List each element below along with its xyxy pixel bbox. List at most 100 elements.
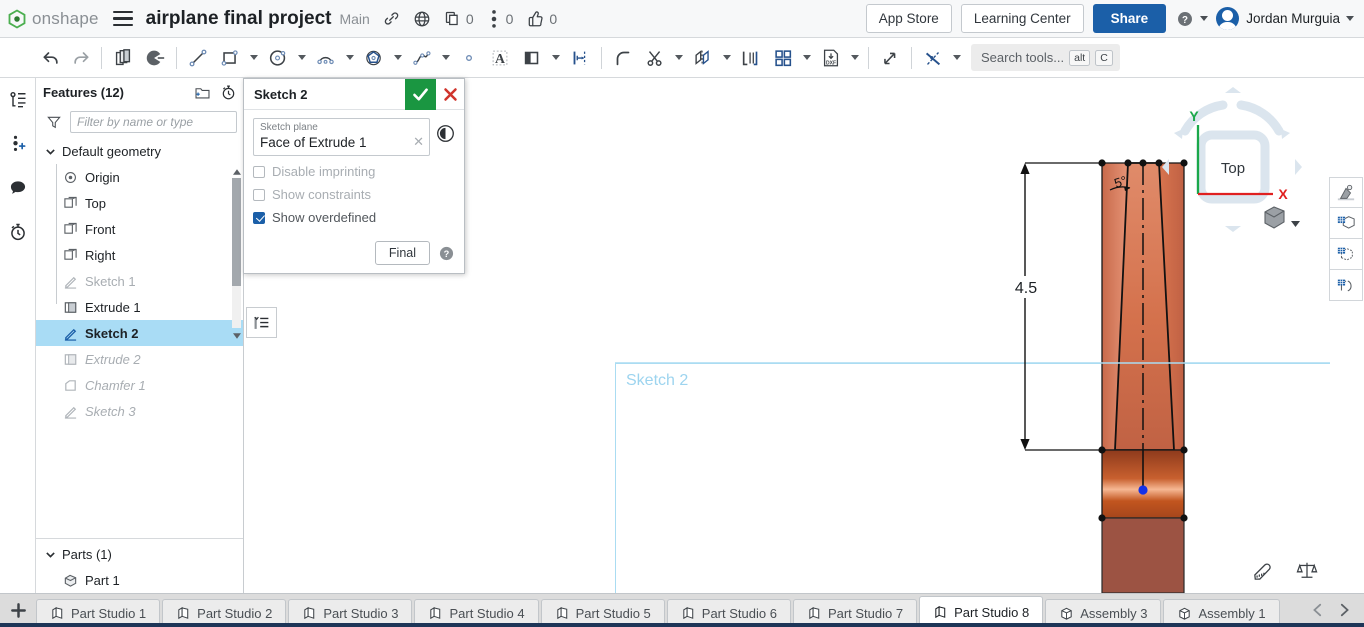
chevron-down-icon[interactable] <box>44 145 57 158</box>
spline-options-chevron-icon[interactable] <box>442 55 450 60</box>
sidebar-item-front-plane[interactable]: Front <box>36 216 243 242</box>
trim-tool-button[interactable] <box>639 43 671 73</box>
undo-button[interactable] <box>36 43 66 73</box>
dxf-import-button[interactable]: DXF <box>815 43 847 73</box>
sidebar-item-extrude-2[interactable]: Extrude 2 <box>36 346 243 372</box>
mirror-tool-button[interactable] <box>687 43 719 73</box>
thumbs-up-icon[interactable]: 0 <box>526 10 557 28</box>
branch-icon[interactable]: 0 <box>487 10 514 28</box>
show-overdefined-checkbox-row[interactable]: Show overdefined <box>253 210 455 225</box>
history-button[interactable] <box>0 210 36 254</box>
disable-imprinting-checkbox-row[interactable]: Disable imprinting <box>253 164 455 179</box>
accept-button[interactable] <box>405 79 436 110</box>
line-tool-button[interactable] <box>182 43 214 73</box>
spline-tool-button[interactable] <box>406 43 438 73</box>
link-icon[interactable] <box>383 10 400 27</box>
grid-pattern-options-chevron-icon[interactable] <box>803 55 811 60</box>
offset-tool-button[interactable] <box>516 43 548 73</box>
polygon-options-chevron-icon[interactable] <box>394 55 402 60</box>
mass-properties-button[interactable] <box>1296 560 1318 585</box>
hamburger-icon[interactable] <box>113 11 133 27</box>
help-icon[interactable]: ? <box>438 245 455 262</box>
search-tools-input[interactable]: Search tools... alt C <box>971 44 1120 71</box>
help-menu[interactable]: ? <box>1176 10 1208 28</box>
add-branch-button[interactable] <box>0 122 36 166</box>
sidebar-item-sketch-2[interactable]: Sketch 2 <box>36 320 243 346</box>
user-name[interactable]: Jordan Murguia <box>1246 11 1340 26</box>
history-icon[interactable] <box>436 124 455 143</box>
display-state-button[interactable] <box>1329 239 1363 270</box>
share-button[interactable]: Share <box>1093 4 1167 33</box>
avatar[interactable] <box>1216 7 1239 30</box>
transform-tool-button[interactable] <box>874 43 906 73</box>
scroll-down-arrow-icon[interactable] <box>232 330 241 341</box>
dimension-tool-button[interactable] <box>564 43 596 73</box>
features-filter-input[interactable]: Filter by name or type <box>70 111 237 133</box>
sidebar-item-origin[interactable]: Origin <box>36 164 243 190</box>
circle-tool-button[interactable] <box>262 43 294 73</box>
fillet-tool-button[interactable] <box>607 43 639 73</box>
rectangle-options-chevron-icon[interactable] <box>250 55 258 60</box>
polygon-tool-button[interactable] <box>358 43 390 73</box>
sidebar-item-right-plane[interactable]: Right <box>36 242 243 268</box>
help-icon[interactable]: ? <box>1176 10 1194 28</box>
view-cube[interactable]: Top Y X <box>1155 83 1310 248</box>
onshape-wordmark[interactable]: onshape <box>32 9 99 29</box>
sidebar-item-sketch-1[interactable]: Sketch 1 <box>36 268 243 294</box>
offset-options-chevron-icon[interactable] <box>552 55 560 60</box>
view-style-button[interactable] <box>1265 207 1300 228</box>
history-icon[interactable] <box>220 84 237 101</box>
new-folder-icon[interactable] <box>194 85 211 100</box>
scroll-up-arrow-icon[interactable] <box>232 166 241 177</box>
linear-pattern-button[interactable] <box>735 43 767 73</box>
workspace-name[interactable]: Main <box>339 11 369 27</box>
cancel-button[interactable] <box>436 79 464 110</box>
list-item-part-1[interactable]: Part 1 <box>36 567 243 593</box>
appearance-button[interactable] <box>1329 208 1363 239</box>
arc-tool-button[interactable] <box>310 43 342 73</box>
circle-options-chevron-icon[interactable] <box>298 55 306 60</box>
user-menu-chevron-icon[interactable] <box>1346 16 1354 21</box>
text-tool-button[interactable]: A <box>484 43 516 73</box>
show-constraints-checkbox-row[interactable]: Show constraints <box>253 187 455 202</box>
show-overdefined-checkbox[interactable] <box>253 212 265 224</box>
document-title[interactable]: airplane final project <box>146 8 332 30</box>
grid-pattern-button[interactable] <box>767 43 799 73</box>
construction-options-chevron-icon[interactable] <box>953 55 961 60</box>
app-store-button[interactable]: App Store <box>866 4 952 33</box>
clear-icon[interactable]: ✕ <box>413 134 424 150</box>
tree-group-default-geometry[interactable]: Default geometry <box>36 138 243 164</box>
measure-button[interactable] <box>1252 560 1274 585</box>
feature-list-button[interactable] <box>0 78 36 122</box>
tree-group-parts[interactable]: Parts (1) <box>36 541 243 567</box>
feature-tree-scrollbar[interactable] <box>232 178 241 328</box>
filter-icon[interactable] <box>46 114 62 130</box>
sidebar-item-extrude-1[interactable]: Extrude 1 <box>36 294 243 320</box>
render-button[interactable] <box>1329 177 1363 208</box>
arc-options-chevron-icon[interactable] <box>346 55 354 60</box>
disable-imprinting-checkbox[interactable] <box>253 166 265 178</box>
section-display-button[interactable] <box>1329 270 1363 301</box>
tab-next-button[interactable] <box>1336 602 1352 623</box>
add-tab-button[interactable] <box>0 593 36 627</box>
copy-icon[interactable]: 0 <box>444 10 474 27</box>
tab-prev-button[interactable] <box>1310 602 1326 623</box>
sketch-plane-field[interactable]: Sketch plane Face of Extrude 1 ✕ <box>253 118 430 156</box>
dxf-options-chevron-icon[interactable] <box>851 55 859 60</box>
shaded-views-button[interactable] <box>107 43 139 73</box>
rectangle-tool-button[interactable] <box>214 43 246 73</box>
sidebar-item-chamfer-1[interactable]: Chamfer 1 <box>36 372 243 398</box>
sidebar-item-top-plane[interactable]: Top <box>36 190 243 216</box>
onshape-logo-icon[interactable] <box>7 9 27 29</box>
construction-geometry-button[interactable] <box>917 43 949 73</box>
trim-options-chevron-icon[interactable] <box>675 55 683 60</box>
show-constraints-checkbox[interactable] <box>253 189 265 201</box>
chevron-down-icon[interactable] <box>1200 16 1208 21</box>
sidebar-item-sketch-3[interactable]: Sketch 3 <box>36 398 243 424</box>
redo-button[interactable] <box>66 43 96 73</box>
chevron-down-icon[interactable] <box>44 548 57 561</box>
comment-button[interactable] <box>0 166 36 210</box>
point-tool-button[interactable] <box>454 43 484 73</box>
globe-icon[interactable] <box>413 10 431 28</box>
section-view-button[interactable] <box>139 43 171 73</box>
